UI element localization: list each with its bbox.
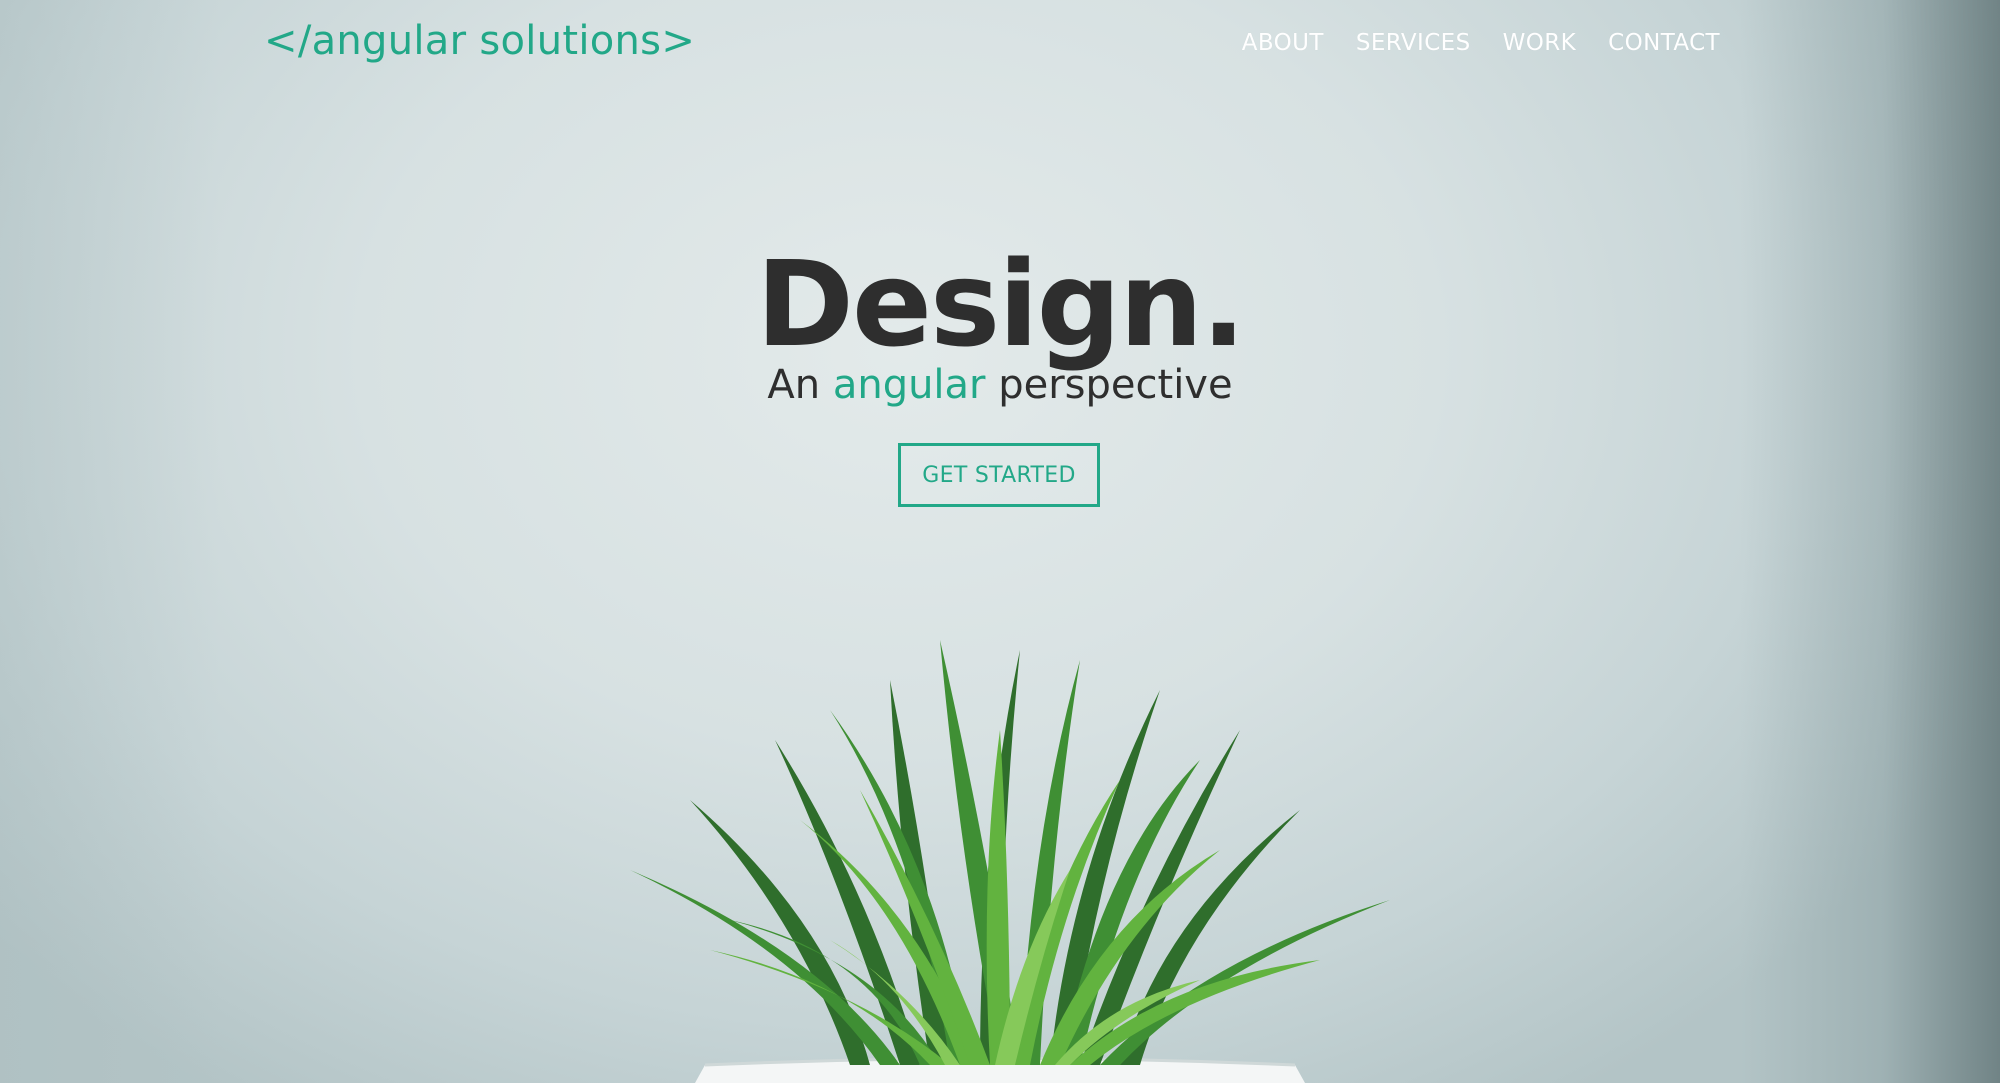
subline-prefix: An — [767, 362, 821, 408]
nav-link-contact[interactable]: CONTACT — [1608, 30, 1720, 56]
nav-link-about[interactable]: ABOUT — [1242, 30, 1324, 56]
subline-suffix: perspective — [998, 362, 1233, 408]
hero-subline: An angular perspective — [0, 362, 2000, 408]
subline-accent: angular — [832, 362, 986, 408]
get-started-button[interactable]: GET STARTED — [898, 443, 1100, 507]
nav-link-services[interactable]: SERVICES — [1356, 30, 1471, 56]
site-logo[interactable]: </angular solutions> — [264, 18, 695, 64]
hero-background: </angular solutions> ABOUT SERVICES WORK… — [0, 0, 2000, 1083]
potted-grass-image — [630, 640, 1390, 1083]
hero-headline: Design. — [756, 235, 1246, 373]
hero-left-vignette — [0, 0, 220, 1083]
nav-link-work[interactable]: WORK — [1503, 30, 1577, 56]
hero-right-shadow — [1740, 0, 2000, 1083]
main-nav: ABOUT SERVICES WORK CONTACT — [1242, 30, 1720, 56]
